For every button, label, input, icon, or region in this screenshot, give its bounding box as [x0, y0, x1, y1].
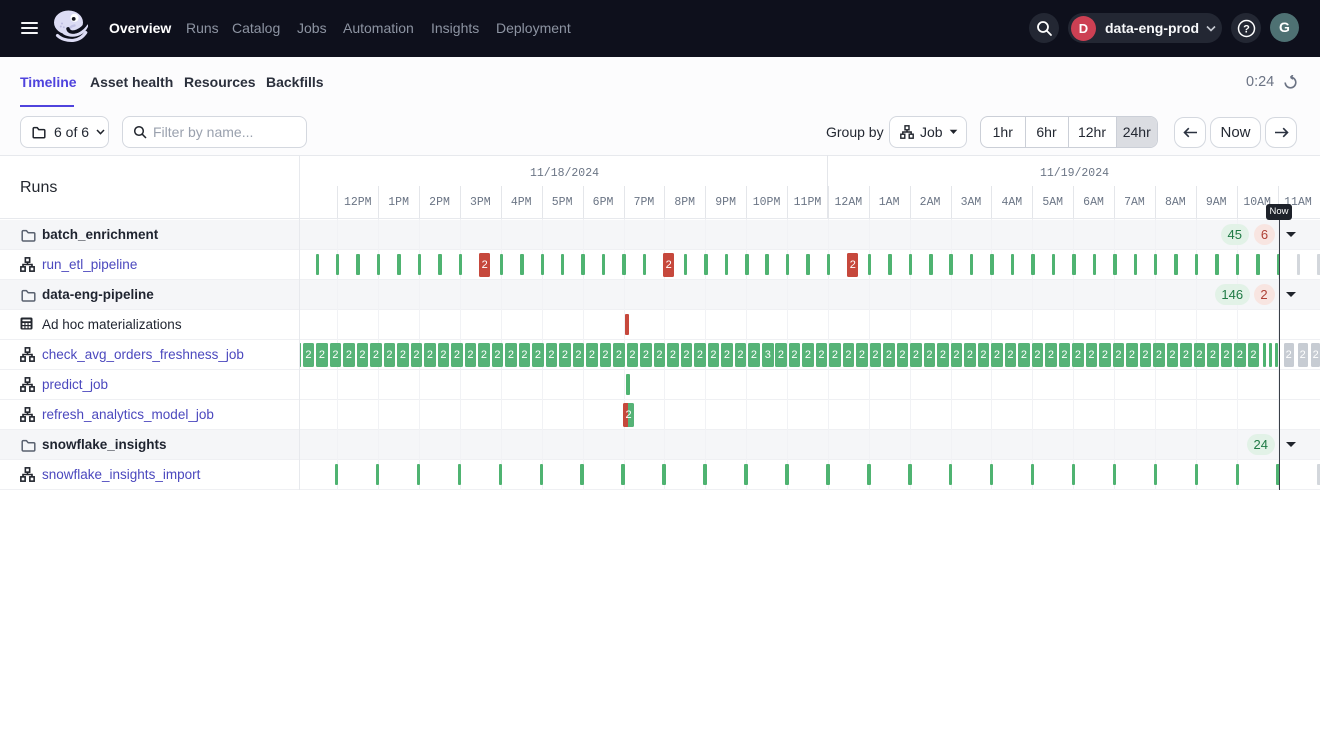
svg-text:?: ? — [1243, 24, 1250, 36]
